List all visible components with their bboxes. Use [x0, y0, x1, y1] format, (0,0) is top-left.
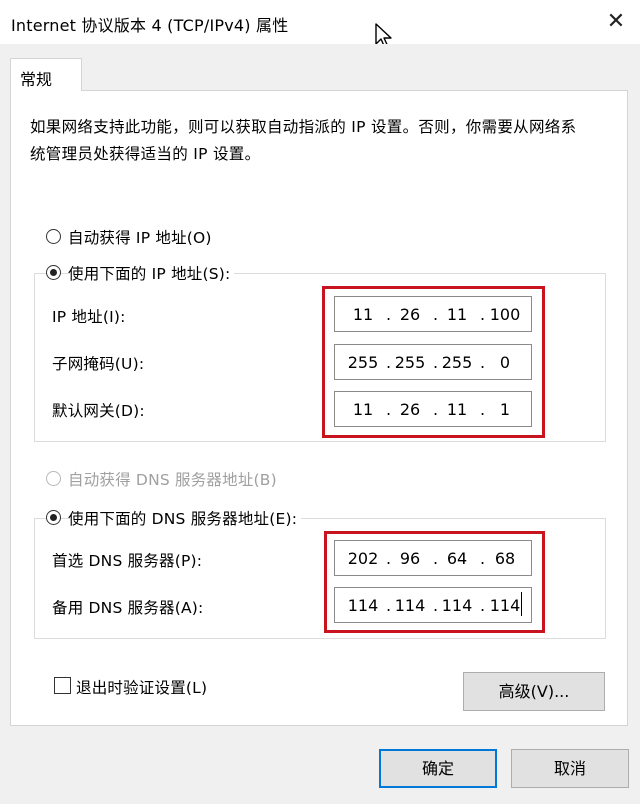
gateway-field[interactable]: 11 . 26 . 11 . 1	[334, 391, 532, 427]
validate-label[interactable]: 退出时验证设置(L)	[76, 676, 207, 698]
subnet-octet-4[interactable]: 0	[485, 353, 525, 372]
gateway-label: 默认网关(D):	[52, 402, 145, 420]
gateway-octet-3[interactable]: 11	[437, 400, 477, 419]
auto-ip-radio[interactable]	[46, 229, 61, 244]
subnet-octet-2[interactable]: 255	[390, 353, 430, 372]
tab-general-label: 常规	[20, 70, 53, 89]
alternate-dns-octet-2[interactable]: 114	[390, 596, 430, 615]
subnet-octet-3[interactable]: 255	[437, 353, 477, 372]
gateway-octet-2[interactable]: 26	[390, 400, 430, 419]
ip-address-octet-4[interactable]: 100	[485, 305, 525, 324]
ok-button[interactable]: 确定	[379, 749, 497, 788]
text-caret	[521, 592, 522, 616]
alternate-dns-octet-3[interactable]: 114	[437, 596, 477, 615]
preferred-dns-octet-1[interactable]: 202	[343, 549, 383, 568]
ip-address-octet-3[interactable]: 11	[437, 305, 477, 324]
gateway-octet-4[interactable]: 1	[485, 400, 525, 419]
auto-dns-radio	[46, 471, 61, 486]
window-title: Internet 协议版本 4 (TCP/IPv4) 属性	[11, 16, 289, 35]
cancel-button[interactable]: 取消	[511, 749, 629, 788]
subnet-octet-1[interactable]: 255	[343, 353, 383, 372]
preferred-dns-octet-3[interactable]: 64	[437, 549, 477, 568]
gateway-octet-1[interactable]: 11	[343, 400, 383, 419]
alternate-dns-label: 备用 DNS 服务器(A):	[52, 599, 204, 617]
manual-dns-radio[interactable]	[46, 510, 61, 525]
ip-address-octet-2[interactable]: 26	[390, 305, 430, 324]
alternate-dns-octet-1[interactable]: 114	[343, 596, 383, 615]
ip-address-field[interactable]: 11 . 26 . 11 . 100	[334, 296, 532, 332]
manual-ip-label[interactable]: 使用下面的 IP 地址(S):	[68, 262, 235, 284]
preferred-dns-octet-2[interactable]: 96	[390, 549, 430, 568]
preferred-dns-label: 首选 DNS 服务器(P):	[52, 552, 203, 570]
description-text: 如果网络支持此功能，则可以获取自动指派的 IP 设置。否则，你需要从网络系统管理…	[30, 118, 577, 163]
ip-address-label: IP 地址(I):	[52, 308, 126, 326]
ip-address-octet-1[interactable]: 11	[343, 305, 383, 324]
subnet-mask-label: 子网掩码(U):	[52, 355, 145, 373]
close-icon[interactable]: ✕	[598, 8, 634, 36]
alternate-dns-octet-4[interactable]: 114	[485, 596, 525, 615]
subnet-mask-field[interactable]: 255 . 255 . 255 . 0	[334, 344, 532, 380]
preferred-dns-field[interactable]: 202 . 96 . 64 . 68	[334, 540, 532, 576]
validate-checkbox[interactable]	[54, 677, 71, 694]
title-bar: Internet 协议版本 4 (TCP/IPv4) 属性 ✕	[0, 0, 640, 49]
manual-dns-label[interactable]: 使用下面的 DNS 服务器地址(E):	[68, 507, 302, 529]
auto-dns-label: 自动获得 DNS 服务器地址(B)	[68, 471, 277, 489]
manual-ip-radio[interactable]	[46, 265, 61, 280]
alternate-dns-field[interactable]: 114 . 114 . 114 . 114	[334, 587, 532, 623]
auto-ip-label[interactable]: 自动获得 IP 地址(O)	[68, 226, 212, 248]
preferred-dns-octet-4[interactable]: 68	[485, 549, 525, 568]
tab-general[interactable]: 常规	[10, 58, 82, 91]
advanced-button[interactable]: 高级(V)...	[463, 672, 605, 711]
